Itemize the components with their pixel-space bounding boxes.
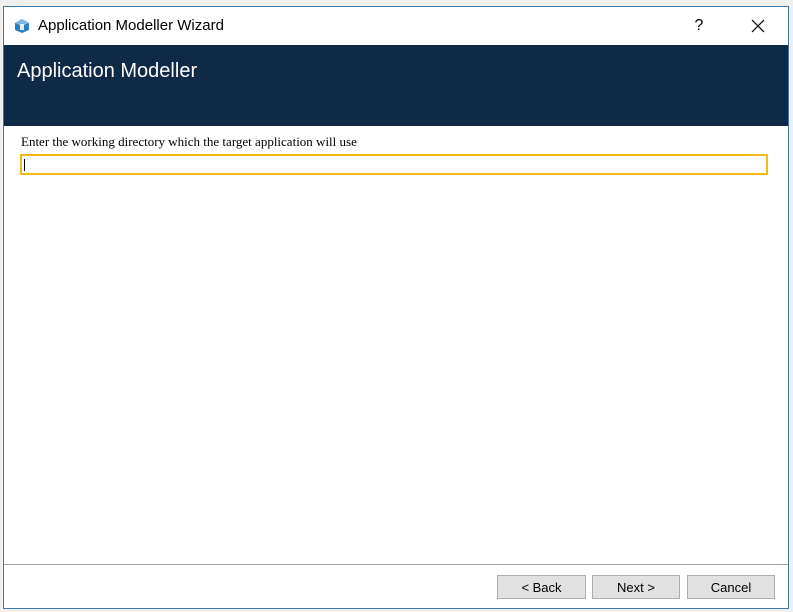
working-directory-input[interactable] xyxy=(20,154,768,175)
text-cursor xyxy=(24,159,25,171)
close-button[interactable] xyxy=(742,11,774,41)
header-banner: Application Modeller xyxy=(4,45,788,126)
help-button[interactable]: ? xyxy=(684,11,714,41)
title-bar[interactable]: Application Modeller Wizard ? xyxy=(4,7,788,45)
button-bar: < Back Next > Cancel xyxy=(4,564,788,608)
back-button[interactable]: < Back xyxy=(497,575,586,599)
app-modeller-icon xyxy=(14,18,30,34)
wizard-content: Enter the working directory which the ta… xyxy=(4,126,788,566)
wizard-window: Application Modeller Wizard ? Applicatio… xyxy=(3,6,789,609)
next-button[interactable]: Next > xyxy=(592,575,680,599)
window-title: Application Modeller Wizard xyxy=(38,17,224,34)
cancel-button[interactable]: Cancel xyxy=(687,575,775,599)
page-title: Application Modeller xyxy=(17,60,198,82)
close-icon xyxy=(751,19,765,33)
working-directory-label: Enter the working directory which the ta… xyxy=(21,134,357,149)
